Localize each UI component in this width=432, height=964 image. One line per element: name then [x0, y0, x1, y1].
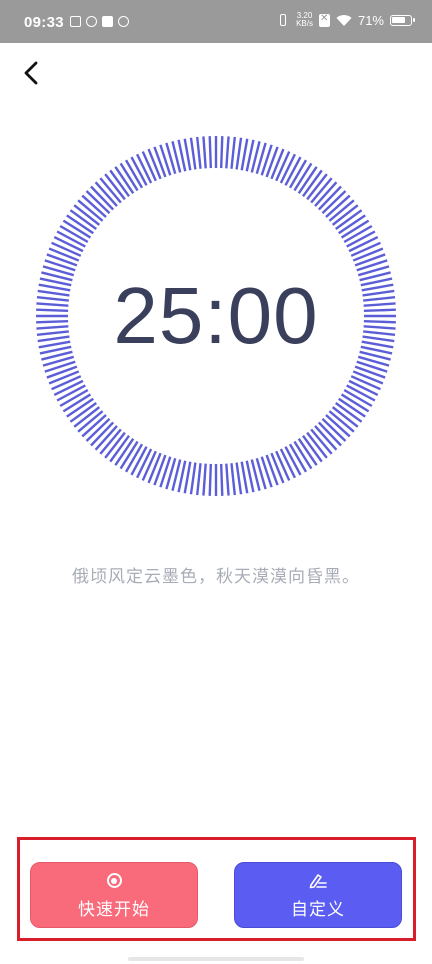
- notification-icons: [70, 16, 129, 27]
- battery-icon: [390, 14, 415, 26]
- custom-label: 自定义: [291, 899, 345, 920]
- app-notification-icon: [86, 16, 97, 27]
- network-speed: 3.20 KB/s: [296, 12, 313, 28]
- back-button[interactable]: [14, 56, 50, 92]
- chevron-left-icon: [24, 61, 38, 85]
- quick-start-label: 快速开始: [78, 899, 150, 920]
- network-speed-unit: KB/s: [296, 19, 313, 28]
- battery-percent: 71%: [357, 12, 384, 28]
- custom-button[interactable]: 自定义: [234, 862, 402, 928]
- timer-display: 25:00: [113, 271, 319, 360]
- quote-text: 俄顷风定云墨色，秋天漠漠向昏黑。: [72, 567, 360, 587]
- status-time: 09:33: [24, 14, 64, 31]
- app-notification-icon: [118, 16, 129, 27]
- status-bar: 09:33 3.20 KB/s 71%: [0, 0, 432, 43]
- status-right: 3.20 KB/s 71%: [276, 12, 415, 28]
- record-icon: [106, 873, 122, 888]
- app-notification-icon: [70, 16, 81, 27]
- quick-start-button[interactable]: 快速开始: [30, 862, 198, 928]
- no-sim-icon: [318, 13, 330, 27]
- home-indicator[interactable]: [128, 957, 304, 961]
- tiktok-icon: [102, 16, 113, 27]
- edit-icon: [309, 873, 327, 888]
- wifi-icon: [336, 14, 352, 27]
- vibrate-icon: [276, 12, 290, 28]
